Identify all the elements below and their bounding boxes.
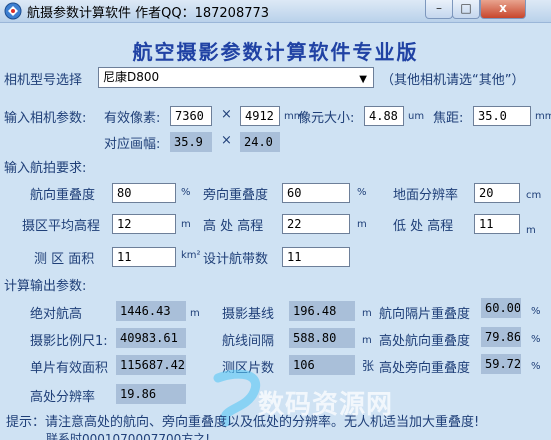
outputs-section: 计算输出参数: — [4, 279, 87, 294]
pixel-size-input[interactable]: 4.88 — [364, 106, 404, 126]
high-forward-overlap-label: 高处航向重叠度 — [379, 334, 471, 349]
focal-unit: mm — [535, 111, 551, 122]
pixels-label: 有效像素: — [104, 111, 161, 126]
camera-model-select[interactable]: 尼康D800 ▼ — [98, 67, 374, 88]
abs-altitude-unit: m — [190, 308, 200, 319]
gsd-label: 地面分辨率 — [393, 188, 459, 203]
baseline-value: 196.48 — [289, 301, 355, 321]
forward-sep-overlap-label: 航向隔片重叠度 — [379, 307, 471, 322]
high-side-overlap-label: 高处旁向重叠度 — [379, 361, 471, 376]
high-elevation-label: 高 处 高程 — [203, 219, 264, 234]
high-resolution-label: 高处分辨率 — [30, 390, 96, 405]
high-forward-overlap-unit: % — [531, 334, 541, 345]
minimize-button[interactable]: – — [425, 0, 453, 19]
pixel-size-unit: um — [408, 111, 425, 122]
baseline-label: 摄影基线 — [222, 307, 275, 322]
low-elevation-unit: m — [526, 225, 536, 236]
photo-count-unit: 张 — [362, 359, 375, 373]
photo-scale-label: 摄影比例尺1: — [30, 334, 108, 349]
abs-altitude-label: 绝对航高 — [30, 307, 83, 322]
side-overlap-label: 旁向重叠度 — [203, 188, 269, 203]
close-button[interactable]: x — [480, 0, 526, 19]
abs-altitude-value: 1446.43 — [116, 301, 186, 321]
high-side-overlap-unit: % — [531, 361, 541, 372]
app-icon — [4, 2, 22, 20]
camera-model-value: 尼康D800 — [103, 70, 160, 84]
pixel-size-label: 像元大小: — [298, 111, 355, 126]
forward-sep-overlap-value: 60.00 — [481, 298, 521, 318]
focal-input[interactable]: 35.0 — [473, 106, 531, 126]
app-window: 航摄参数计算软件 作者QQ：187208773 – □ x 航空摄影参数计算软件… — [0, 0, 551, 440]
pixel-height-input[interactable]: 4912 — [240, 106, 280, 126]
app-headline: 航空摄影参数计算软件专业版 — [132, 40, 419, 64]
side-overlap-unit: % — [357, 187, 367, 198]
side-overlap-input[interactable]: 60 — [282, 183, 350, 203]
pixel-width-input[interactable]: 7360 — [170, 106, 212, 126]
survey-area-unit: km² — [181, 250, 201, 261]
avg-elevation-input[interactable]: 12 — [112, 214, 176, 234]
high-elevation-unit: m — [357, 219, 367, 230]
title-bar: 航摄参数计算软件 作者QQ：187208773 – □ x — [0, 0, 551, 23]
window-title: 航摄参数计算软件 作者QQ：187208773 — [27, 6, 270, 21]
strips-label: 设计航带数 — [203, 252, 269, 267]
forward-overlap-input[interactable]: 80 — [112, 183, 176, 203]
survey-area-label: 测 区 面积 — [34, 252, 95, 267]
gsd-unit: cm — [526, 190, 542, 201]
frame-width-value: 35.9 — [170, 132, 212, 152]
low-elevation-input[interactable]: 11 — [474, 214, 520, 234]
strips-input[interactable]: 11 — [282, 247, 350, 267]
forward-overlap-label: 航向重叠度 — [30, 188, 96, 203]
times-sign: × — [221, 107, 232, 122]
forward-sep-overlap-unit: % — [531, 306, 541, 317]
times-sign-2: × — [221, 133, 232, 148]
high-resolution-value: 19.86 — [116, 384, 186, 404]
frame-height-value: 24.0 — [240, 132, 280, 152]
flight-reqs-section: 输入航拍要求: — [4, 161, 87, 176]
high-side-overlap-value: 59.72 — [481, 354, 521, 374]
frame-label: 对应画幅: — [104, 137, 161, 152]
camera-hint: （其他相机请选“其他”） — [381, 73, 525, 88]
high-forward-overlap-value: 79.86 — [481, 327, 521, 347]
avg-elevation-unit: m — [181, 219, 191, 230]
line-interval-value: 588.80 — [289, 328, 355, 348]
forward-overlap-unit: % — [181, 187, 191, 198]
single-area-value: 115687.42 — [116, 355, 186, 375]
chevron-down-icon: ▼ — [359, 74, 367, 85]
baseline-unit: m — [362, 308, 372, 319]
single-area-label: 单片有效面积 — [30, 361, 109, 376]
camera-params-section: 输入相机参数: — [4, 111, 87, 126]
high-elevation-input[interactable]: 22 — [282, 214, 350, 234]
line-interval-label: 航线间隔 — [222, 334, 275, 349]
contact-text: 联系时0001070007700方之! — [46, 432, 211, 440]
camera-select-label: 相机型号选择 — [4, 73, 83, 88]
low-elevation-label: 低 处 高程 — [393, 219, 454, 234]
gsd-input[interactable]: 20 — [474, 183, 520, 203]
line-interval-unit: m — [362, 335, 372, 346]
photo-scale-value: 40983.61 — [116, 328, 186, 348]
maximize-button[interactable]: □ — [452, 0, 480, 19]
tip-text: 提示：请注意高处的航向、旁向重叠度以及低处的分辨率。无人机适当加大重叠度! — [6, 415, 480, 430]
avg-elevation-label: 摄区平均高程 — [22, 219, 101, 234]
survey-area-input[interactable]: 11 — [112, 247, 176, 267]
focal-label: 焦距: — [433, 111, 464, 126]
